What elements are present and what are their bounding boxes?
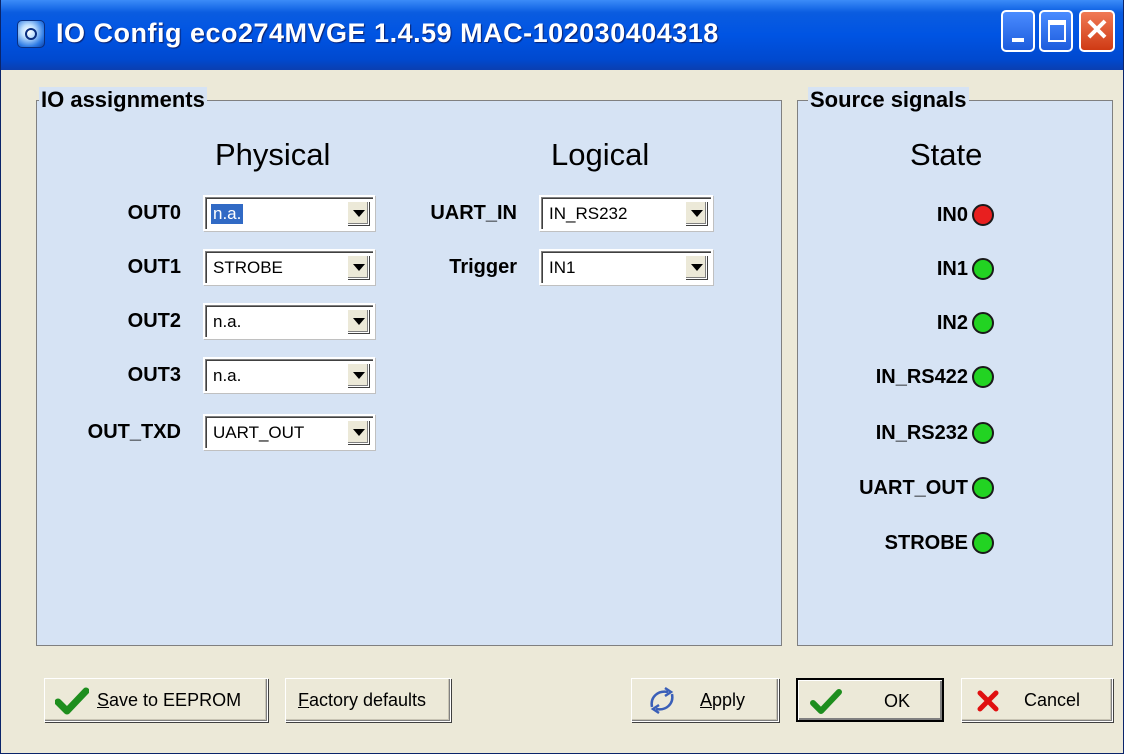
factory-defaults-label: Factory defaults — [298, 690, 427, 710]
chevron-down-icon[interactable] — [347, 363, 369, 387]
chevron-down-icon[interactable] — [685, 201, 707, 225]
trigger-label: Trigger — [449, 256, 517, 278]
status-led-icon — [972, 312, 994, 334]
app-icon[interactable] — [17, 20, 45, 48]
save-to-eeprom-label: Save to EEPROM — [97, 690, 242, 710]
status-led-icon — [972, 532, 994, 554]
status-led-icon — [972, 477, 994, 499]
signal-row: UART_OUT — [798, 474, 1098, 504]
signal-label: IN2 — [936, 312, 968, 334]
out2-select[interactable]: n.a. — [203, 303, 375, 339]
title-bar[interactable]: IO Config eco274MVGE 1.4.59 MAC-10203040… — [1, 0, 1123, 70]
signal-label: UART_OUT — [859, 477, 968, 499]
uart-in-select[interactable]: IN_RS232 — [539, 195, 713, 231]
signal-label: IN1 — [936, 258, 968, 280]
chevron-down-icon[interactable] — [347, 201, 369, 225]
out2-label: OUT2 — [127, 310, 181, 332]
close-button[interactable]: ✕ — [1079, 10, 1115, 52]
source-signals-group: Source signals State IN0 IN1 IN2 IN_RS42… — [797, 87, 1113, 646]
uart-in-label: UART_IN — [430, 202, 517, 224]
trigger-select[interactable]: IN1 — [539, 249, 713, 285]
uart-in-value: IN_RS232 — [549, 204, 628, 223]
source-signals-title: Source signals — [808, 87, 969, 113]
chevron-down-icon[interactable] — [347, 309, 369, 333]
minimize-button[interactable] — [1001, 10, 1035, 52]
checkmark-icon — [55, 687, 89, 715]
status-led-icon — [972, 258, 994, 280]
out1-label: OUT1 — [127, 256, 181, 278]
ok-button[interactable]: OK — [796, 678, 944, 722]
save-to-eeprom-button[interactable]: Save to EEPROM — [44, 678, 268, 722]
apply-arrows-icon — [650, 686, 674, 715]
cancel-label: Cancel — [1024, 690, 1081, 710]
out3-value: n.a. — [213, 366, 242, 385]
io-assignments-title: IO assignments — [39, 87, 207, 113]
status-led-icon — [972, 422, 994, 444]
out1-select[interactable]: STROBE — [203, 249, 375, 285]
checkmark-icon — [810, 689, 842, 714]
chevron-down-icon[interactable] — [347, 255, 369, 279]
out0-label: OUT0 — [127, 202, 181, 224]
logical-header: Logical — [551, 137, 650, 172]
trigger-value: IN1 — [549, 258, 576, 277]
out2-value: n.a. — [213, 312, 242, 331]
status-led-icon — [972, 366, 994, 388]
maximize-icon — [1048, 20, 1066, 42]
ok-label: OK — [884, 691, 911, 711]
signal-label: IN_RS422 — [875, 366, 968, 388]
cancel-button[interactable]: Cancel — [961, 678, 1113, 722]
maximize-button[interactable] — [1039, 10, 1073, 52]
window-title: IO Config eco274MVGE 1.4.59 MAC-10203040… — [56, 18, 719, 48]
io-config-window: IO Config eco274MVGE 1.4.59 MAC-10203040… — [0, 0, 1124, 754]
out0-select[interactable]: n.a. — [203, 195, 375, 231]
out-txd-select[interactable]: UART_OUT — [203, 414, 375, 450]
out1-value: STROBE — [213, 258, 283, 277]
signal-row: IN_RS422 — [798, 363, 1098, 393]
physical-header: Physical — [215, 137, 331, 172]
signal-label: STROBE — [884, 532, 968, 554]
apply-label: Apply — [700, 690, 746, 710]
factory-defaults-button[interactable]: Factory defaults — [285, 678, 451, 722]
io-assignments-group: IO assignments Physical Logical OUT0 n.a… — [36, 87, 782, 646]
chevron-down-icon[interactable] — [347, 420, 369, 444]
out0-value: n.a. — [211, 204, 244, 224]
out-txd-label: OUT_TXD — [87, 421, 181, 443]
signal-row: IN1 — [798, 255, 1098, 285]
out3-label: OUT3 — [127, 364, 181, 386]
out3-select[interactable]: n.a. — [203, 357, 375, 393]
signal-label: IN_RS232 — [875, 422, 968, 444]
close-icon: ✕ — [1084, 14, 1110, 47]
out-txd-value: UART_OUT — [213, 423, 305, 442]
status-led-icon — [972, 204, 994, 226]
minimize-icon — [1012, 38, 1024, 42]
apply-button[interactable]: Apply — [631, 678, 779, 722]
chevron-down-icon[interactable] — [685, 255, 707, 279]
signal-row: IN2 — [798, 309, 1098, 339]
signal-row: IN_RS232 — [798, 419, 1098, 449]
signal-label: IN0 — [936, 204, 968, 226]
signal-row: STROBE — [798, 529, 1098, 559]
signal-row: IN0 — [798, 201, 1098, 231]
state-header: State — [910, 137, 983, 172]
close-x-icon — [977, 690, 999, 712]
